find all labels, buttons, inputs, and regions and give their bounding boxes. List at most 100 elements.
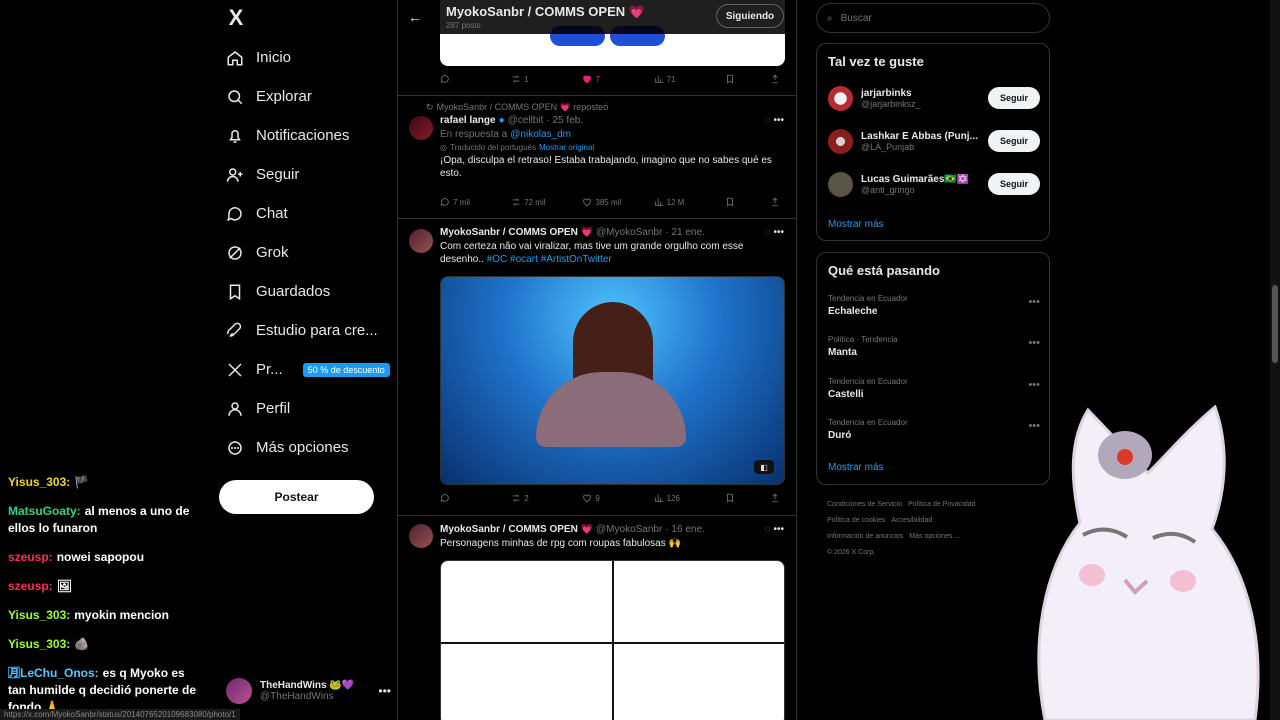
grok-icon[interactable]: ◌ <box>765 524 771 535</box>
bookmark-button[interactable] <box>725 197 743 207</box>
more-icon[interactable]: ••• <box>1028 296 1040 308</box>
tweet-date[interactable]: · 16 ene. <box>665 524 704 535</box>
nav-notifications-label: Notificaciones <box>256 127 350 144</box>
repost-button[interactable]: 2 <box>511 493 555 503</box>
chat-user: 🈷LeChu_Onos: <box>8 666 99 680</box>
nav-explore[interactable]: Explorar <box>218 77 398 116</box>
tweet-avatar[interactable] <box>409 524 433 548</box>
grok-icon[interactable]: ◌ <box>765 227 771 238</box>
bookmark-button[interactable] <box>725 493 743 503</box>
trend-item[interactable]: Política · Tendencia Manta ••• <box>828 335 1040 358</box>
hashtags[interactable]: #OC #ocart #ArtistOnTwitter <box>487 254 612 265</box>
repost-button[interactable]: 72 mil <box>511 197 555 207</box>
follow-button[interactable]: Seguir <box>988 87 1040 109</box>
trend-item[interactable]: Tendencia en Ecuador Castelli ••• <box>828 377 1040 400</box>
tweet-image[interactable]: ◧ <box>440 276 785 485</box>
suggestion-item[interactable]: Lashkar E Abbas (Punj... @LA_Punjab Segui… <box>828 125 1040 157</box>
tweet-2[interactable]: MyokoSanbr / COMMS OPEN 💗 @MyokoSanbr · … <box>398 219 796 516</box>
suggestion-item[interactable]: Lucas Guimarães🇧🇷✡️ @anti_gringo Seguir <box>828 168 1040 200</box>
more-icon[interactable]: ••• <box>378 684 391 698</box>
follow-button[interactable]: Seguir <box>988 130 1040 152</box>
like-button[interactable]: 9 <box>582 493 626 503</box>
share-button[interactable] <box>770 493 788 503</box>
reply-button[interactable]: 7 mil <box>440 197 484 207</box>
share-button[interactable] <box>770 74 788 84</box>
media-icon[interactable]: ◧ <box>754 460 774 474</box>
x-logo-icon[interactable]: X <box>224 5 248 30</box>
nav-notifications[interactable]: Notificaciones <box>218 116 398 155</box>
more-icon[interactable]: ••• <box>1028 337 1040 349</box>
like-count: 7 <box>595 74 600 84</box>
nav-profile[interactable]: Perfil <box>218 389 398 428</box>
more-icon[interactable]: ••• <box>773 115 784 126</box>
author-handle[interactable]: @MyokoSanbr <box>596 227 662 238</box>
scrollbar-thumb[interactable] <box>1272 285 1278 363</box>
more-icon[interactable]: ••• <box>773 524 784 535</box>
account-switcher[interactable]: TheHandWins 🐸💜 @TheHandWins ••• <box>226 676 391 706</box>
tweet-3[interactable]: MyokoSanbr / COMMS OPEN 💗 @MyokoSanbr · … <box>398 516 796 720</box>
nav-bookmarks[interactable]: Guardados <box>218 272 398 311</box>
author-name[interactable]: MyokoSanbr / COMMS OPEN 💗 <box>440 227 593 238</box>
author-name[interactable]: rafael lange <box>440 115 496 126</box>
suggestion-item[interactable]: jarjarbinks @jarjarbinksz_ Seguir <box>828 82 1040 114</box>
search-input[interactable]: ⌕ Buscar <box>816 3 1050 33</box>
reply-mention[interactable]: @nikolas_dm <box>510 129 571 140</box>
tweet-image-grid[interactable] <box>440 560 785 720</box>
repost-button[interactable]: 1 <box>511 74 555 84</box>
nav-home[interactable]: Inicio <box>218 38 398 77</box>
footer-link[interactable]: Información de anuncios <box>827 533 903 540</box>
sketch-image[interactable] <box>613 561 784 642</box>
footer-link[interactable]: Más opciones ... <box>909 533 960 540</box>
footer-link[interactable]: Política de cookies <box>827 517 885 524</box>
grok-icon[interactable]: ◌ <box>765 115 771 126</box>
views-button[interactable]: 12 M <box>654 197 698 207</box>
views-button[interactable]: 126 <box>654 493 698 503</box>
nav-premium[interactable]: Pr... 50 % de descuento <box>218 350 398 389</box>
author-handle[interactable]: @MyokoSanbr <box>596 524 662 535</box>
show-more-link[interactable]: Mostrar más <box>828 462 884 473</box>
nav-creator-studio[interactable]: Estudio para cre... <box>218 311 398 350</box>
more-icon[interactable]: ••• <box>1028 379 1040 391</box>
footer-link[interactable]: Condiciones de Servicio <box>827 501 902 508</box>
bookmark-button[interactable] <box>725 74 743 84</box>
more-icon[interactable]: ••• <box>773 227 784 238</box>
footer-link[interactable]: Accesibilidad <box>891 517 932 524</box>
nav-follow[interactable]: Seguir <box>218 155 398 194</box>
repost-count: 2 <box>524 493 529 503</box>
trend-topic: Manta <box>828 347 857 358</box>
footer-link[interactable]: Política de Privacidad <box>908 501 975 508</box>
reply-button[interactable] <box>440 493 484 503</box>
trend-meta: Tendencia en Ecuador <box>828 294 908 303</box>
author-name[interactable]: MyokoSanbr / COMMS OPEN 💗 <box>440 524 593 535</box>
tweet-date[interactable]: · 25 feb. <box>546 115 583 126</box>
trend-item[interactable]: Tendencia en Ecuador Duró ••• <box>828 418 1040 441</box>
show-original-link[interactable]: Mostrar original <box>539 143 594 152</box>
show-more-link[interactable]: Mostrar más <box>828 219 884 230</box>
share-button[interactable] <box>770 197 788 207</box>
views-button[interactable]: 71 <box>654 74 698 84</box>
share-icon <box>772 197 778 207</box>
vtuber-cat-avatar <box>1037 405 1260 720</box>
sketch-image[interactable] <box>613 644 784 720</box>
like-button[interactable]: 7 <box>582 74 626 84</box>
nav-grok[interactable]: Grok <box>218 233 398 272</box>
trend-item[interactable]: Tendencia en Ecuador Echaleche ••• <box>828 294 1040 317</box>
sketch-image[interactable] <box>441 644 612 720</box>
author-handle[interactable]: @cellbit <box>508 115 544 126</box>
sketch-image[interactable] <box>441 561 612 642</box>
nav-follow-label: Seguir <box>256 166 300 183</box>
nav-more[interactable]: Más opciones <box>218 428 398 467</box>
reply-button[interactable] <box>440 74 484 84</box>
suggestion-meta: Lashkar E Abbas (Punj... @LA_Punjab <box>861 131 980 152</box>
tweet-avatar[interactable] <box>409 229 433 253</box>
tweet-avatar[interactable] <box>409 116 433 140</box>
tweet-text: ¡Opa, disculpa el retraso! Estaba trabaj… <box>440 155 772 179</box>
tweet-1[interactable]: ↻ MyokoSanbr / COMMS OPEN 💗 reposteó rafa… <box>398 96 796 219</box>
post-button[interactable]: Postear <box>219 480 374 514</box>
tweet-date[interactable]: · 21 ene. <box>665 227 704 238</box>
back-arrow-icon[interactable]: ← <box>408 9 422 25</box>
following-button[interactable]: Siguiendo <box>716 4 784 28</box>
like-button[interactable]: 385 mil <box>582 197 626 207</box>
nav-chat[interactable]: Chat <box>218 194 398 233</box>
follow-button[interactable]: Seguir <box>988 173 1040 195</box>
